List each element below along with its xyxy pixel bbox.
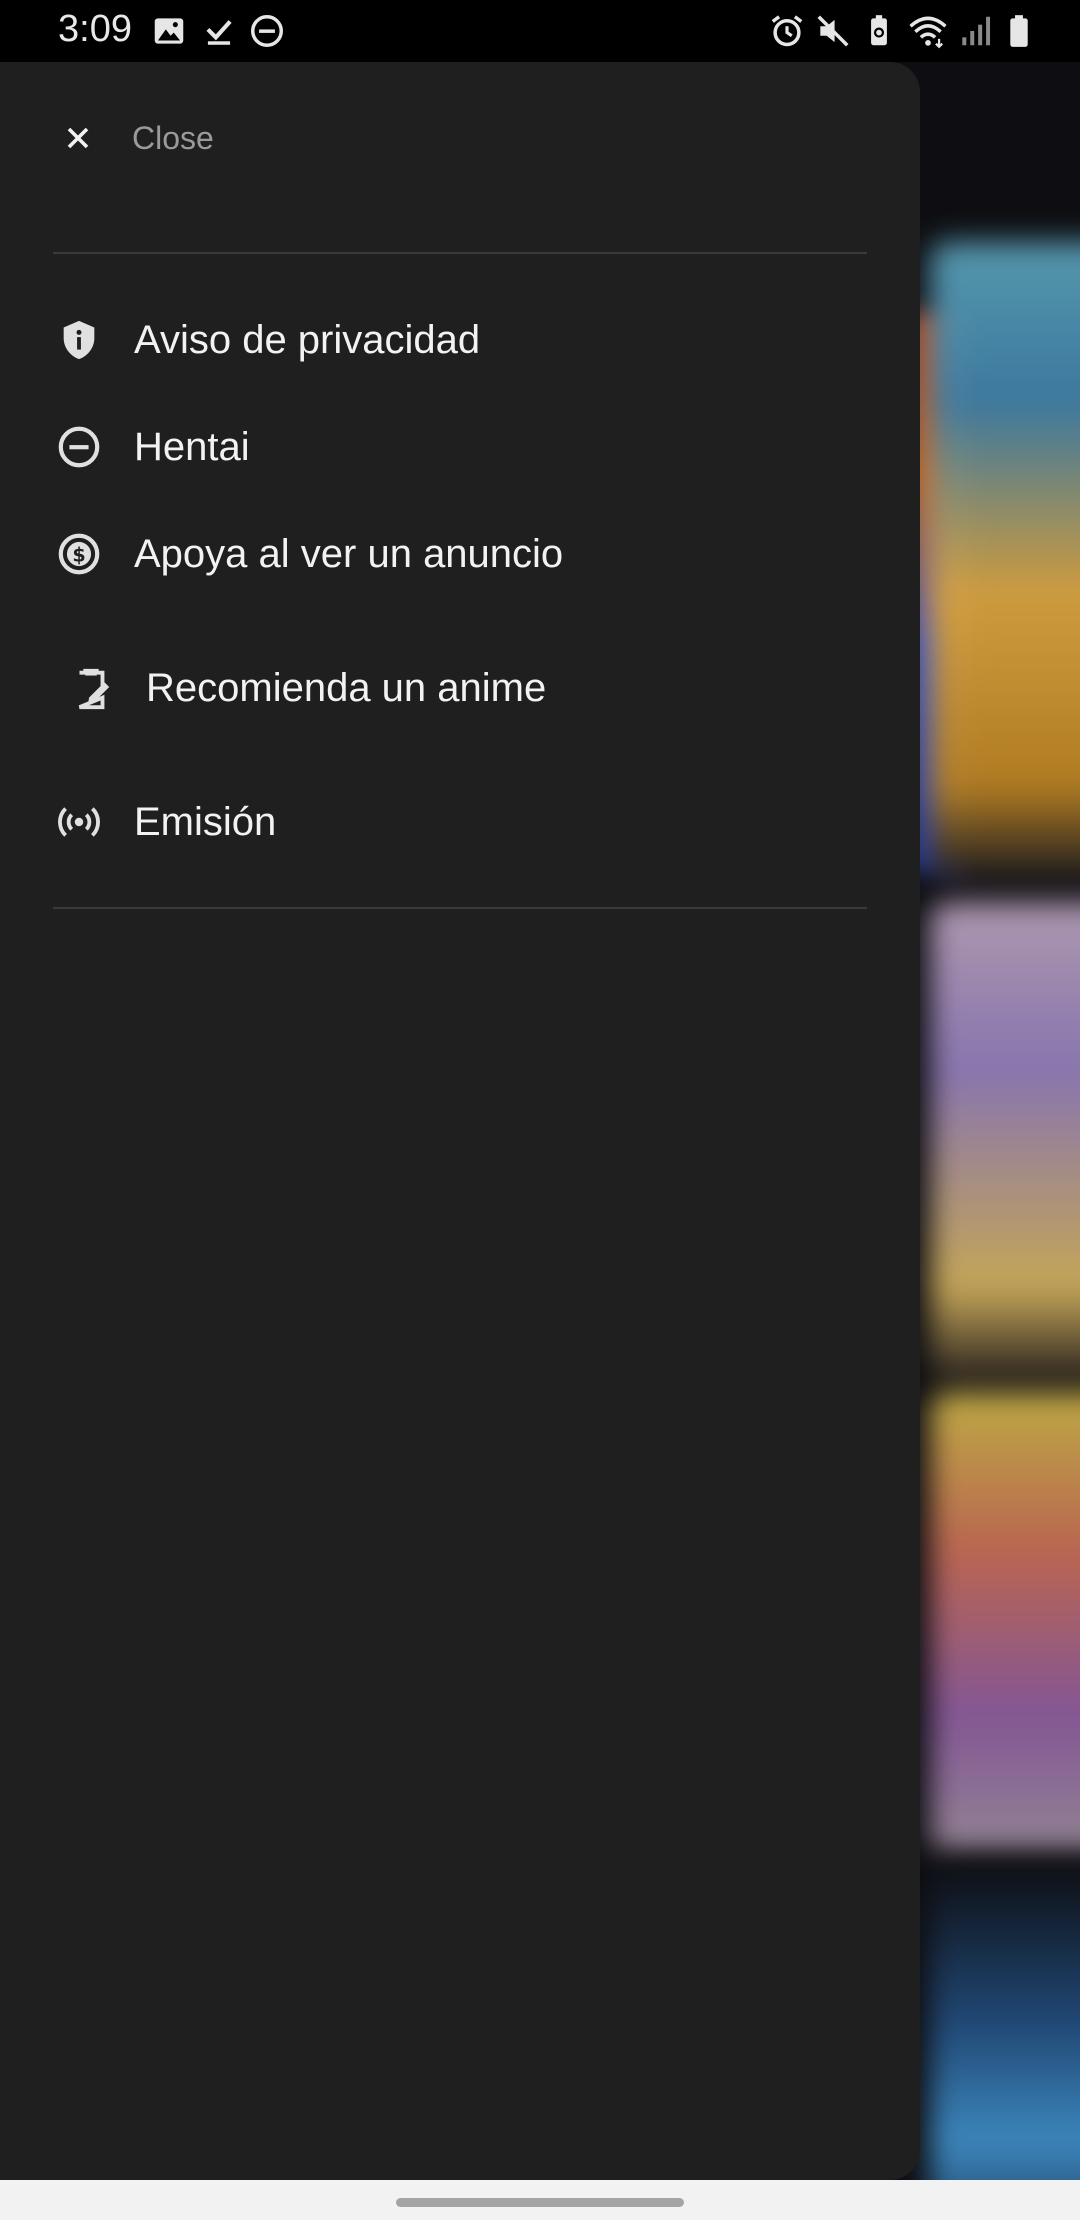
minus-circle-icon	[56, 424, 102, 470]
download-done-icon	[200, 12, 238, 50]
do-not-disturb-icon	[248, 12, 286, 50]
status-bar: 3:09	[0, 0, 1080, 62]
shield-info-icon	[56, 317, 102, 363]
close-button[interactable]: Close	[60, 108, 214, 168]
status-time: 3:09	[58, 8, 132, 50]
menu-item-label: Recomienda un anime	[146, 665, 547, 710]
mute-icon	[814, 12, 852, 50]
divider	[53, 252, 867, 254]
battery-icon	[1000, 12, 1038, 50]
dollar-circle-icon: $	[56, 531, 102, 577]
clipboard-edit-icon	[68, 665, 114, 711]
menu-item-label: Aviso de privacidad	[134, 317, 481, 362]
menu-item-privacy-notice[interactable]: Aviso de privacidad	[56, 305, 480, 375]
menu-item-label: Emisión	[134, 799, 277, 844]
broadcast-icon	[56, 799, 102, 845]
alarm-icon	[768, 12, 806, 50]
menu-item-recommend-anime[interactable]: Recomienda un anime	[68, 653, 546, 723]
navigation-drawer: Close Aviso de privacidad Hentai $ Apoya…	[0, 62, 920, 2180]
divider	[53, 907, 867, 909]
image-icon	[150, 12, 188, 50]
svg-text:$: $	[72, 544, 85, 567]
signal-icon	[956, 12, 994, 50]
menu-item-support-ad[interactable]: $ Apoya al ver un anuncio	[56, 519, 563, 589]
background-card	[930, 902, 1080, 1382]
wifi-icon	[906, 12, 950, 50]
close-icon[interactable]	[60, 120, 96, 156]
background-card	[930, 242, 1080, 882]
navigation-bar	[0, 2180, 1080, 2220]
home-handle[interactable]	[396, 2198, 684, 2207]
menu-item-broadcast[interactable]: Emisión	[56, 787, 276, 857]
menu-item-label: Hentai	[134, 424, 250, 469]
menu-item-label: Apoya al ver un anuncio	[134, 531, 564, 576]
background-card	[930, 1862, 1080, 2182]
menu-item-hentai[interactable]: Hentai	[56, 412, 250, 482]
background-card	[930, 1392, 1080, 1852]
battery-saver-icon	[860, 12, 898, 50]
close-label[interactable]: Close	[132, 120, 214, 157]
